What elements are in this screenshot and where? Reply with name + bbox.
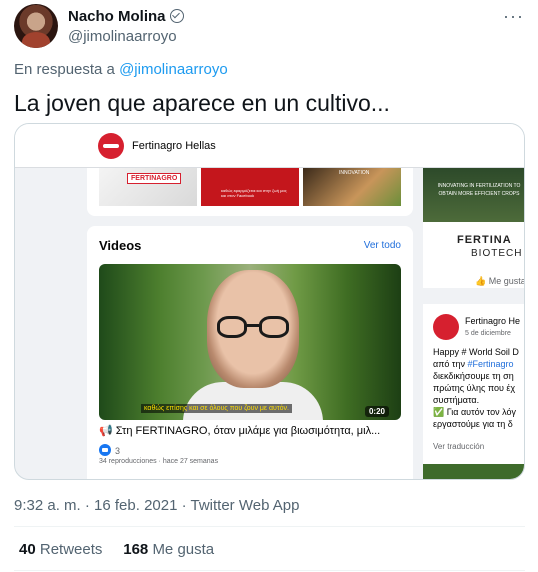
photo-caption: καθώς εφαρμόζεται και στην ζωή μας και σ…	[221, 188, 287, 198]
divider	[14, 526, 525, 527]
embedded-image[interactable]: Fertinagro Hellas FERTINAGRO καθώς εφαρμ…	[14, 123, 525, 480]
more-options-icon[interactable]: ···	[503, 6, 524, 27]
author-handle[interactable]: @jimolinaarroyo	[68, 28, 177, 45]
post-line: πρώτης ύλης που έχ	[433, 383, 516, 393]
photo-thumbnail: καθώς εφαρμόζεται και στην ζωή μας και σ…	[201, 168, 299, 206]
video-subtitle: καθώς επίσης και σε όλους που ζουν με αυ…	[141, 404, 292, 413]
page-name: Fertinagro Hellas	[132, 140, 216, 152]
post-line: ✅ Για αυτόν τον λόγ	[433, 407, 516, 417]
post-author: Fertinagro He	[465, 316, 521, 326]
side-post: Fertinagro He 5 de diciembre Happy # Wor…	[423, 304, 524, 464]
photo-label: FERTINAGRO	[127, 173, 182, 184]
reply-to-link[interactable]: @jimolinaarroyo	[119, 61, 228, 78]
retweets-stat[interactable]: 40 Retweets	[19, 541, 102, 558]
retweets-count[interactable]: 40	[19, 541, 36, 558]
retweets-label[interactable]: Retweets	[40, 541, 103, 558]
side-card: INNOVATING IN FERTILIZATION TO OBTAIN MO…	[423, 168, 525, 288]
post-line-text: από την	[433, 359, 468, 369]
likes-count[interactable]: 168	[123, 541, 148, 558]
video-views: 34 reproducciones · hace 27 semanas	[99, 458, 219, 465]
brand-name: FERTINA	[457, 234, 512, 246]
likes-stat[interactable]: 168 Me gusta	[123, 541, 214, 558]
post-hashtag: #Fertinagro	[467, 359, 514, 369]
see-all-link: Ver todo	[363, 240, 401, 251]
tweet-stats: 40 Retweets 168 Me gusta	[19, 541, 214, 558]
tweet-header: Nacho Molina @jimolinaarroyo ···	[14, 4, 534, 50]
photo-thumbnail: FERTINAGRO	[99, 168, 197, 206]
video-duration: 0:20	[364, 406, 389, 417]
reply-context: En respuesta a @jimolinaarroyo	[14, 61, 228, 78]
photo-strip: FERTINAGRO καθώς εφαρμόζεται και στην ζω…	[87, 168, 413, 216]
side-plant-image	[423, 464, 524, 479]
post-date: 5 de diciembre	[465, 330, 511, 337]
photo-label: INNOVATION	[339, 170, 370, 176]
tweet-timestamp[interactable]: 9:32 a. m. · 16 feb. 2021 · Twitter Web …	[14, 497, 299, 514]
verified-icon	[169, 9, 184, 23]
divider	[14, 570, 525, 571]
side-card-image-text: INNOVATING IN FERTILIZATION TO OBTAIN MO…	[437, 183, 521, 197]
page-logo-icon	[98, 133, 124, 159]
page-like-text: Me gusta	[488, 276, 525, 286]
page-like-label: 👍 Me gusta	[475, 276, 525, 286]
avatar[interactable]	[14, 4, 58, 48]
post-translate-link: Ver traducción	[433, 442, 485, 451]
video-likes: 3	[115, 446, 121, 456]
side-card-image: INNOVATING IN FERTILIZATION TO OBTAIN MO…	[423, 168, 524, 222]
photo-thumbnail: INNOVATION	[303, 168, 401, 206]
video-thumbnail: καθώς επίσης και σε όλους που ζουν με αυ…	[99, 264, 401, 420]
post-line: διεκδικήσουμε τη ση	[433, 371, 514, 381]
post-line: εργαστούμε για τη δ	[433, 419, 513, 429]
videos-heading: Videos	[99, 238, 142, 253]
videos-section: Videos Ver todo καθώς επίσης και σε όλου…	[87, 226, 413, 479]
author-name-text[interactable]: Nacho Molina	[68, 8, 166, 25]
author-name[interactable]: Nacho Molina	[68, 8, 184, 25]
video-reactions: 3	[99, 444, 120, 456]
reply-prefix: En respuesta a	[14, 61, 115, 78]
tweet-text: La joven que aparece en un cultivo...	[14, 90, 390, 116]
post-text: Happy # World Soil D από την #Fertinagro…	[433, 346, 524, 430]
post-line: συστήματα.	[433, 395, 480, 405]
post-line: από την #Fertinagro	[433, 358, 524, 370]
glasses-icon	[217, 316, 289, 338]
brand-subname: BIOTECH	[471, 248, 523, 259]
video-title: 📢 Στη FERTINAGRO, όταν μιλάμε για βιωσιμ…	[99, 425, 381, 437]
like-reaction-icon	[99, 444, 111, 456]
post-line: Happy # World Soil D	[433, 347, 519, 357]
post-logo-icon	[433, 314, 459, 340]
facebook-page-header: Fertinagro Hellas	[15, 124, 524, 168]
likes-label[interactable]: Me gusta	[152, 541, 214, 558]
